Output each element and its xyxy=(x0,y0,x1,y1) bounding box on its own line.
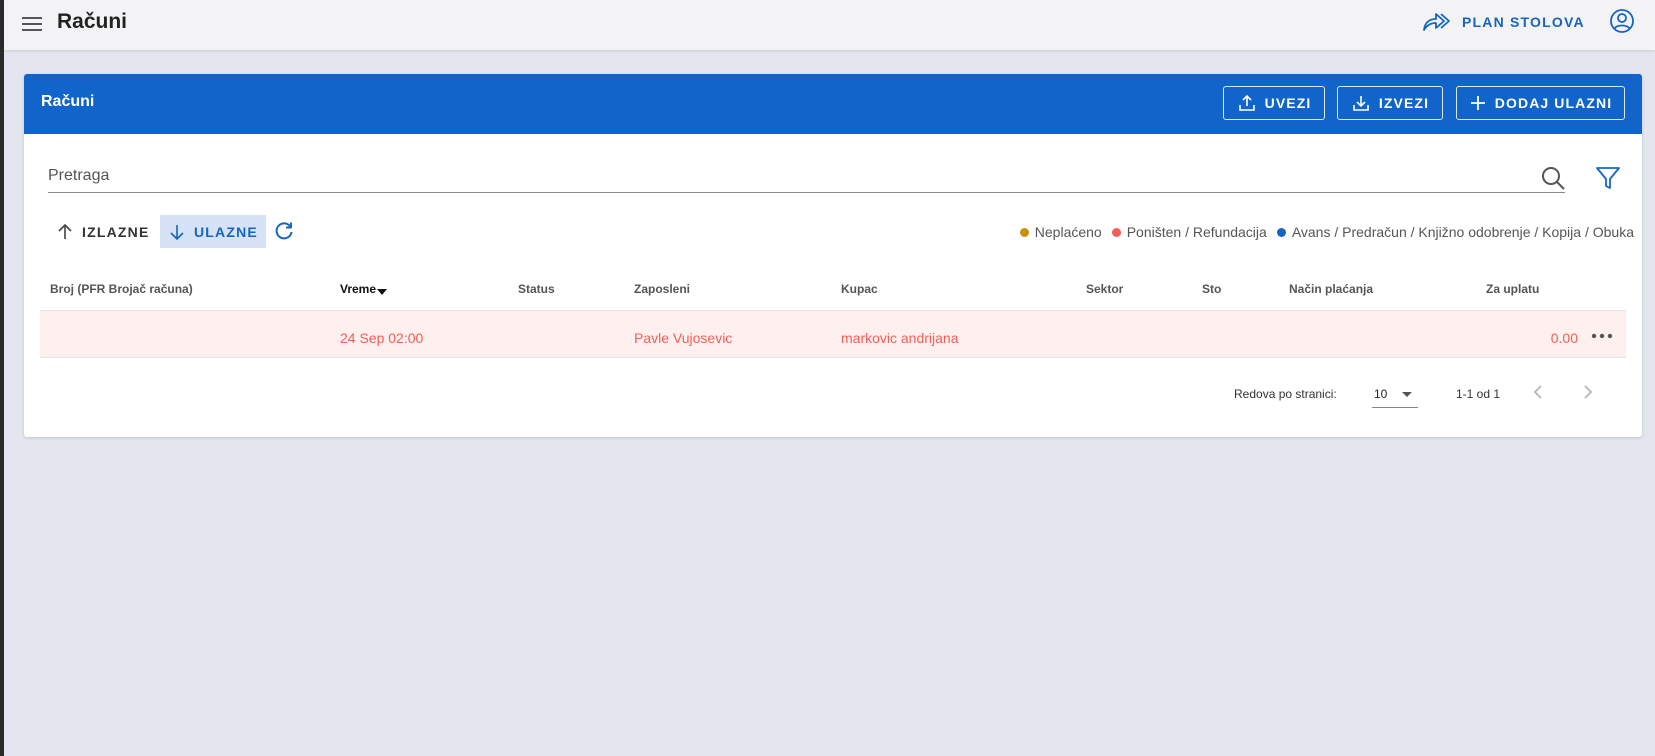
hamburger-menu-icon[interactable] xyxy=(20,12,44,36)
card-title: Računi xyxy=(41,93,95,110)
filter-icon[interactable] xyxy=(1594,164,1622,192)
add-incoming-label: DODAJ ULAZNI xyxy=(1494,95,1613,111)
plus-icon xyxy=(1470,96,1485,110)
rows-per-page-select[interactable]: 10 xyxy=(1372,379,1418,408)
plan-stolova-label: PLAN STOLOVA xyxy=(1462,14,1585,30)
window-edge xyxy=(0,0,4,756)
arrow-down-icon xyxy=(170,224,184,240)
table-row[interactable] xyxy=(40,311,1626,357)
cell-kupac: markovic andrijana xyxy=(841,330,959,346)
column-header-status[interactable]: Status xyxy=(518,282,555,296)
previous-page-chevron-icon[interactable] xyxy=(1526,379,1552,405)
pagination-range: 1-1 od 1 xyxy=(1456,387,1501,401)
column-header-za-uplatu[interactable]: Za uplatu xyxy=(1486,282,1539,296)
export-button[interactable]: IZVEZI xyxy=(1337,86,1443,120)
rows-per-page-label: Redova po stranici: xyxy=(1234,387,1337,401)
refresh-icon[interactable] xyxy=(273,220,295,242)
column-header-vreme[interactable]: Vreme xyxy=(340,282,388,296)
dropdown-caret-icon xyxy=(1402,392,1412,397)
upload-icon xyxy=(1238,94,1255,111)
top-app-bar: Računi PLAN STOLOVA xyxy=(4,0,1655,50)
incoming-toggle[interactable]: ULAZNE xyxy=(160,215,266,248)
incoming-label: ULAZNE xyxy=(194,223,258,240)
sort-desc-icon xyxy=(377,289,388,295)
download-icon xyxy=(1353,96,1369,111)
import-label: UVEZI xyxy=(1264,95,1312,111)
card-header: Računi UVEZI IZVEZI DODAJ ULAZNI xyxy=(24,74,1642,134)
search-icon[interactable] xyxy=(1539,164,1567,192)
column-header-vreme-label: Vreme xyxy=(340,282,377,296)
cell-za-uplatu: 0.00 xyxy=(1550,330,1578,346)
legend-dot xyxy=(1019,227,1029,237)
arrow-up-icon xyxy=(58,223,72,239)
legend-dot xyxy=(1111,227,1121,237)
page-title: Računi xyxy=(57,10,128,33)
rows-per-page-value: 10 xyxy=(1374,387,1388,401)
legend-label: Neplaćeno xyxy=(1034,224,1102,240)
legend-label: Poništen / Refundacija xyxy=(1126,224,1267,240)
share-arrow-icon xyxy=(1423,13,1450,31)
column-header-sektor[interactable]: Sektor xyxy=(1086,282,1123,296)
column-header-nacin-placanja[interactable]: Način plaćanja xyxy=(1289,282,1373,296)
next-page-chevron-icon[interactable] xyxy=(1574,379,1600,405)
legend-item-cancelled: Poništen / Refundacija xyxy=(1111,224,1267,240)
column-header-kupac[interactable]: Kupac xyxy=(841,282,878,296)
outgoing-label: IZLAZNE xyxy=(82,223,150,240)
status-legend: Neplaćeno Poništen / Refundacija Avans /… xyxy=(1010,224,1634,240)
add-incoming-button[interactable]: DODAJ ULAZNI xyxy=(1456,86,1625,120)
column-header-zaposleni[interactable]: Zaposleni xyxy=(634,282,690,296)
account-circle-icon[interactable] xyxy=(1609,8,1635,34)
column-header-broj[interactable]: Broj (PFR Brojač računa) xyxy=(50,282,193,296)
export-label: IZVEZI xyxy=(1378,95,1430,111)
search-field xyxy=(48,162,1565,193)
legend-label: Avans / Predračun / Knjižno odobrenje / … xyxy=(1291,224,1634,240)
row-more-options-icon[interactable] xyxy=(1587,326,1617,346)
search-input[interactable] xyxy=(48,162,1508,190)
table-row-divider xyxy=(40,357,1626,358)
legend-item-advance: Avans / Predračun / Knjižno odobrenje / … xyxy=(1276,224,1634,240)
invoices-card: Računi UVEZI IZVEZI DODAJ ULAZNI Pretrag… xyxy=(24,74,1642,437)
legend-item-unpaid: Neplaćeno xyxy=(1019,224,1102,240)
legend-dot xyxy=(1276,227,1286,237)
column-header-sto[interactable]: Sto xyxy=(1202,282,1221,296)
cell-vreme: 24 Sep 02:00 xyxy=(340,330,424,346)
cell-zaposleni: Pavle Vujosevic xyxy=(634,330,733,346)
plan-stolova-button[interactable]: PLAN STOLOVA xyxy=(1422,8,1585,36)
outgoing-toggle[interactable]: IZLAZNE xyxy=(48,215,158,248)
import-button[interactable]: UVEZI xyxy=(1223,86,1325,120)
